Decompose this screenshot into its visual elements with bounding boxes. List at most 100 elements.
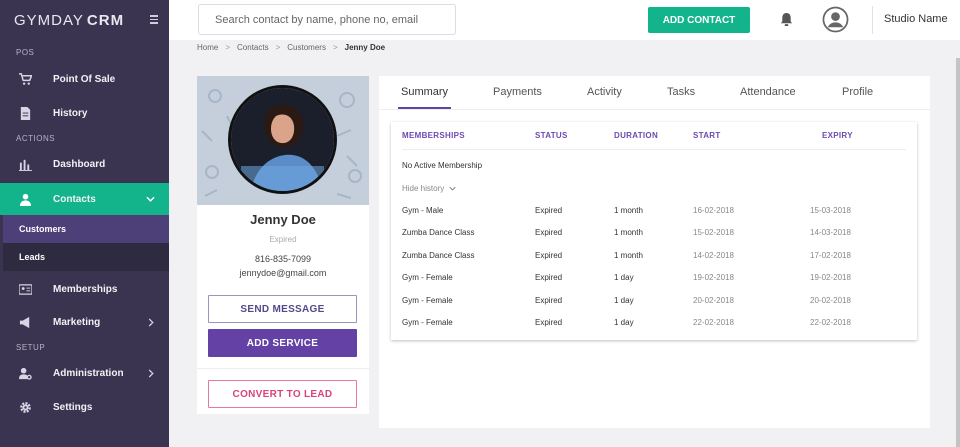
- cell-membership: Gym - Female: [402, 296, 453, 305]
- column-header-duration: DURATION: [614, 131, 659, 140]
- sidebar-item-point-of-sale[interactable]: Point Of Sale: [0, 63, 169, 95]
- studio-name[interactable]: Studio Name: [884, 13, 948, 25]
- bar-chart-icon: [19, 159, 32, 171]
- person-icon: [19, 193, 32, 206]
- section-label-setup: SETUP: [16, 343, 46, 352]
- chevron-right-icon: [148, 318, 154, 327]
- hide-history-toggle[interactable]: Hide history: [402, 184, 457, 193]
- breadcrumb-separator: >: [225, 43, 231, 52]
- cell-duration: 1 month: [614, 251, 643, 260]
- memberships-table: MEMBERSHIPS STATUS DURATION START EXPIRY…: [391, 122, 917, 340]
- cell-status: Expired: [535, 273, 563, 282]
- bell-icon[interactable]: [780, 12, 793, 27]
- cell-duration: 1 month: [614, 206, 643, 215]
- table-row[interactable]: Gym - Male Expired 1 month 16-02-2018 15…: [391, 206, 917, 220]
- breadcrumb-customers[interactable]: Customers: [287, 43, 326, 52]
- cell-start: 22-02-2018: [693, 318, 734, 327]
- profile-email: jennydoe@gmail.com: [239, 268, 327, 278]
- profile-name: Jenny Doe: [250, 212, 316, 227]
- breadcrumb-home[interactable]: Home: [197, 43, 218, 52]
- active-tab-indicator: [398, 107, 451, 109]
- table-row[interactable]: Gym - Female Expired 1 day 19-02-2018 19…: [391, 273, 917, 287]
- sidebar-item-label: Marketing: [53, 316, 101, 328]
- sidebar-subitem-label: Customers: [19, 224, 67, 234]
- profile-avatar: [228, 85, 337, 194]
- profile-phone: 816-835-7099: [254, 254, 312, 264]
- add-contact-button[interactable]: ADD CONTACT: [648, 7, 750, 33]
- tab-attendance[interactable]: Attendance: [740, 86, 796, 98]
- cell-status: Expired: [535, 318, 563, 327]
- add-service-button[interactable]: ADD SERVICE: [208, 329, 357, 357]
- section-label-pos: POS: [16, 48, 35, 57]
- send-message-button[interactable]: SEND MESSAGE: [208, 295, 357, 323]
- cell-membership: Gym - Female: [402, 318, 453, 327]
- profile-status: Expired: [269, 235, 297, 244]
- sidebar-item-settings[interactable]: Settings: [0, 391, 169, 423]
- sidebar-item-label: Administration: [53, 367, 124, 379]
- profile-cover-image: [197, 76, 369, 205]
- sidebar-item-history[interactable]: History: [0, 97, 169, 129]
- chevron-right-icon: [148, 369, 154, 378]
- brand-name-light: GYMDAY: [14, 11, 84, 29]
- cell-start: 19-02-2018: [693, 273, 734, 282]
- cell-membership: Gym - Male: [402, 206, 444, 215]
- sidebar-item-contacts[interactable]: Contacts: [0, 183, 169, 215]
- document-icon: [20, 106, 31, 120]
- table-row[interactable]: Gym - Female Expired 1 day 22-02-2018 22…: [391, 318, 917, 332]
- breadcrumb: Home > Contacts > Customers > Jenny Doe: [197, 43, 385, 52]
- divider: [197, 368, 369, 369]
- cell-duration: 1 day: [614, 296, 634, 305]
- tab-profile[interactable]: Profile: [842, 86, 873, 98]
- table-row[interactable]: Zumba Dance Class Expired 1 month 14-02-…: [391, 251, 917, 265]
- id-card-icon: [19, 283, 32, 295]
- cell-expiry: 17-02-2018: [810, 251, 851, 260]
- hide-history-label: Hide history: [402, 184, 445, 193]
- scrollbar[interactable]: [956, 58, 960, 447]
- breadcrumb-separator: >: [332, 43, 338, 52]
- breadcrumb-contacts[interactable]: Contacts: [237, 43, 269, 52]
- cell-status: Expired: [535, 228, 563, 237]
- section-label-actions: ACTIONS: [16, 134, 56, 143]
- sidebar-item-label: Memberships: [53, 283, 118, 295]
- cell-status: Expired: [535, 206, 563, 215]
- column-header-memberships: MEMBERSHIPS: [402, 131, 465, 140]
- table-row[interactable]: Zumba Dance Class Expired 1 month 15-02-…: [391, 228, 917, 242]
- menu-toggle-icon[interactable]: [150, 15, 158, 26]
- sidebar-item-label: Contacts: [53, 193, 96, 205]
- cell-start: 14-02-2018: [693, 251, 734, 260]
- cell-duration: 1 day: [614, 318, 634, 327]
- brand-name-bold: CRM: [86, 11, 125, 29]
- cell-status: Expired: [535, 296, 563, 305]
- gear-icon: [20, 401, 31, 413]
- cell-expiry: 19-02-2018: [810, 273, 851, 282]
- column-header-expiry: EXPIRY: [822, 131, 853, 140]
- column-header-status: STATUS: [535, 131, 568, 140]
- sidebar-item-memberships[interactable]: Memberships: [0, 273, 169, 305]
- search-input[interactable]: [198, 4, 456, 35]
- brand-logo[interactable]: GYMDAY CRM: [0, 0, 169, 40]
- sidebar-subitem-leads[interactable]: Leads: [3, 243, 169, 271]
- cell-start: 16-02-2018: [693, 206, 734, 215]
- cell-duration: 1 month: [614, 228, 643, 237]
- tab-bar: Summary Payments Activity Tasks Attendan…: [379, 76, 930, 110]
- user-avatar-icon[interactable]: [822, 6, 849, 33]
- megaphone-icon: [19, 316, 30, 328]
- table-row[interactable]: Gym - Female Expired 1 day 20-02-2018 20…: [391, 296, 917, 310]
- sidebar-item-marketing[interactable]: Marketing: [0, 306, 169, 338]
- breadcrumb-separator: >: [275, 43, 281, 52]
- sidebar-subitem-customers[interactable]: Customers: [3, 215, 169, 243]
- sidebar-item-administration[interactable]: Administration: [0, 357, 169, 389]
- cell-membership: Zumba Dance Class: [402, 251, 475, 260]
- convert-to-lead-button[interactable]: CONVERT TO LEAD: [208, 380, 357, 408]
- tab-tasks[interactable]: Tasks: [667, 86, 695, 98]
- cell-expiry: 20-02-2018: [810, 296, 851, 305]
- chevron-down-icon: [146, 196, 155, 202]
- tab-activity[interactable]: Activity: [587, 86, 622, 98]
- sidebar-item-dashboard[interactable]: Dashboard: [0, 148, 169, 180]
- profile-photo: [231, 88, 334, 191]
- sidebar-item-label: Dashboard: [53, 158, 106, 170]
- cell-membership: Zumba Dance Class: [402, 228, 475, 237]
- tab-payments[interactable]: Payments: [493, 86, 542, 98]
- tab-summary[interactable]: Summary: [401, 86, 448, 98]
- topbar: ADD CONTACT Studio Name: [169, 0, 960, 40]
